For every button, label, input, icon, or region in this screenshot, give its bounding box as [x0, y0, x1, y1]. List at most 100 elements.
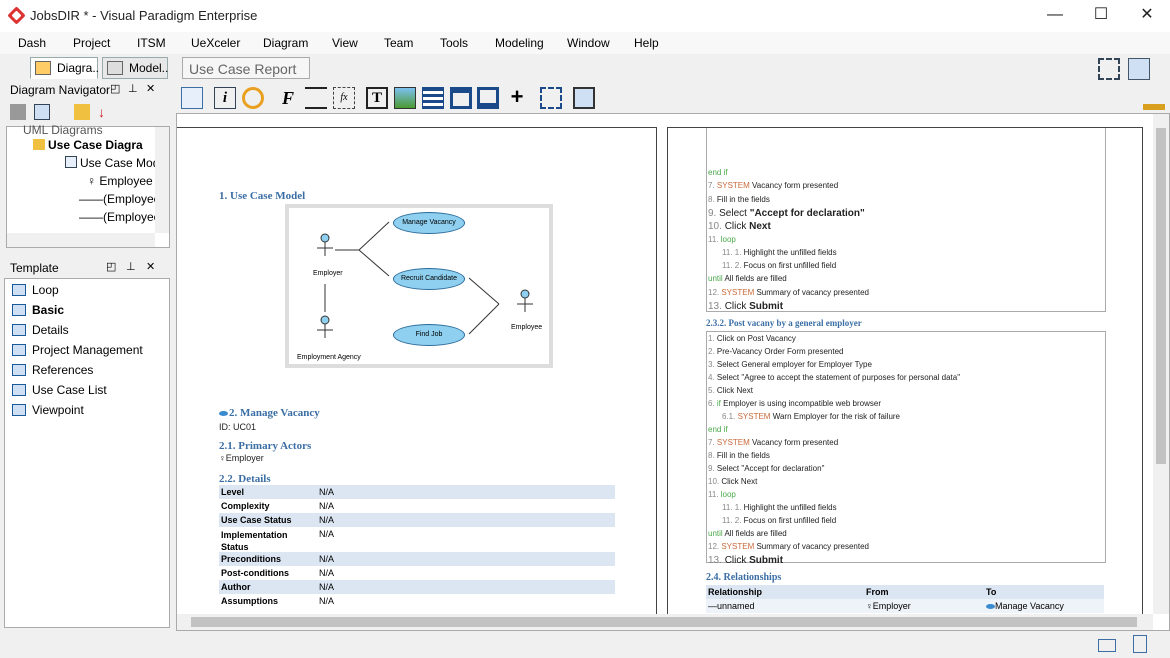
menu-modeling[interactable]: Modeling — [495, 36, 544, 50]
section-heading: 2.2. Details — [219, 473, 271, 485]
template-icon — [12, 304, 26, 316]
panel-title: Diagram Navigator — [10, 83, 111, 97]
flow-step: 12. SYSTEM Summary of vacancy presented — [708, 288, 869, 297]
tree-node-association-1[interactable]: ——(Employee — [79, 192, 160, 206]
menu-dash[interactable]: Dash — [18, 36, 46, 50]
new-diagram-icon[interactable] — [10, 104, 26, 120]
usecase-icon — [219, 411, 228, 416]
tab-label: Diagra.. — [57, 61, 100, 75]
table-icon[interactable] — [422, 87, 444, 109]
properties-icon[interactable] — [1128, 58, 1150, 80]
menu-tools[interactable]: Tools — [440, 36, 468, 50]
flow-of-events-box — [706, 128, 1106, 312]
page-setup-icon[interactable] — [540, 87, 562, 109]
paragraph-icon[interactable] — [305, 87, 327, 109]
pin-icon[interactable]: ⊥ — [128, 82, 138, 95]
menu-bar: Dash Project ITSM UeXceler Diagram View … — [0, 32, 1170, 54]
template-use-case-list[interactable]: Use Case List — [12, 383, 107, 397]
tab-use-case-report[interactable]: Use Case Report — [182, 57, 310, 79]
step-text: All fields are filled — [722, 274, 787, 284]
editor-vertical-scrollbar[interactable] — [1153, 114, 1169, 614]
menu-itsm[interactable]: ITSM — [137, 36, 166, 50]
table-of-contents-icon[interactable] — [181, 87, 203, 109]
keyword-control: end if — [708, 425, 728, 434]
tree-node-employee[interactable]: ♀ Employee — [87, 174, 153, 188]
open-folder-icon[interactable] — [74, 104, 90, 120]
template-icon — [12, 384, 26, 396]
menu-window[interactable]: Window — [567, 36, 610, 50]
notes-icon[interactable] — [1133, 635, 1147, 653]
font-icon[interactable]: F — [277, 87, 299, 109]
tab-diagram-navigator[interactable]: Diagra.. — [30, 57, 100, 79]
step-number: 2. — [708, 347, 717, 356]
tree-vertical-scrollbar[interactable] — [155, 127, 169, 233]
step-number: 10. — [708, 477, 722, 486]
footer-icon[interactable] — [477, 87, 499, 109]
refresh-icon[interactable] — [242, 87, 264, 109]
report-page-left: 1. Use Case Model Manage Vacancy Recruit… — [177, 127, 657, 617]
header-icon[interactable] — [450, 87, 472, 109]
menu-view[interactable]: View — [332, 36, 358, 50]
sort-icon[interactable]: ↓ — [98, 104, 114, 120]
template-project-management[interactable]: Project Management — [12, 343, 143, 357]
detail-row: Assumptions N/A — [219, 594, 615, 608]
menu-uexceler[interactable]: UeXceler — [191, 36, 240, 50]
tree-horizontal-scrollbar[interactable] — [7, 233, 155, 247]
close-panel-icon[interactable]: ✕ — [146, 82, 155, 95]
flow-step: 11. 2. Focus on first unfilled field — [722, 261, 836, 270]
detail-key: Assumptions — [221, 596, 279, 606]
tree-node-uml-diagrams[interactable]: UML Diagrams — [23, 123, 103, 137]
menu-diagram[interactable]: Diagram — [263, 36, 308, 50]
tree-node-use-case-diagrams[interactable]: Use Case Diagra — [33, 138, 143, 152]
step-text: Employer is using incompatible web brows… — [720, 399, 881, 408]
editor-horizontal-scrollbar[interactable] — [177, 614, 1153, 630]
flow-step: 6.1. SYSTEM Warn Employer for the risk o… — [722, 412, 900, 421]
template-basic[interactable]: Basic — [12, 303, 64, 317]
detail-key: Level — [221, 487, 245, 497]
step-number: 9. — [708, 464, 717, 473]
tree-view-icon[interactable] — [34, 104, 50, 120]
step-text: Select General employer for Employer Typ… — [716, 360, 872, 369]
image-icon[interactable] — [394, 87, 416, 109]
tree-node-use-case-model[interactable]: Use Case Mode — [65, 156, 166, 170]
add-element-icon[interactable]: + — [506, 86, 528, 109]
template-icon — [12, 284, 26, 296]
pin-icon[interactable]: ⊥ — [126, 260, 136, 273]
close-panel-icon[interactable]: ✕ — [146, 260, 155, 273]
maximize-button[interactable]: ☐ — [1078, 0, 1124, 32]
template-references[interactable]: References — [12, 363, 93, 377]
restore-panel-icon[interactable]: ◰ — [110, 82, 120, 95]
step-text: Click Next — [716, 386, 753, 395]
template-viewpoint[interactable]: Viewpoint — [12, 403, 84, 417]
layout-icon[interactable] — [573, 87, 595, 109]
template-label: Viewpoint — [32, 403, 84, 417]
restore-panel-icon[interactable]: ◰ — [106, 260, 116, 273]
actor-icon: ♀ — [219, 453, 226, 463]
tree-node-association-2[interactable]: ——(Employee — [79, 210, 160, 224]
detail-row: Complexity N/A — [219, 499, 615, 513]
detail-key: Use Case Status — [221, 515, 292, 525]
template-panel-header: Template ◰ ⊥ ✕ — [0, 258, 170, 278]
mail-icon[interactable] — [1098, 639, 1116, 652]
scrollbar-thumb[interactable] — [1156, 128, 1166, 464]
step-number: 1. — [708, 334, 717, 343]
template-loop[interactable]: Loop — [12, 283, 59, 297]
flow-step: 11. loop — [708, 235, 736, 244]
close-button[interactable]: ✕ — [1124, 0, 1170, 32]
menu-help[interactable]: Help — [634, 36, 659, 50]
export-icon[interactable] — [1143, 88, 1165, 110]
formula-icon[interactable]: fx — [333, 87, 355, 109]
step-text: Click — [724, 555, 750, 566]
detail-value: N/A — [319, 501, 335, 511]
tab-model-explorer[interactable]: Model.. — [102, 57, 168, 79]
scrollbar-thumb[interactable] — [191, 617, 1137, 627]
diagram-tree: UML Diagrams Use Case Diagra Use Case Mo… — [6, 123, 170, 248]
menu-project[interactable]: Project — [73, 36, 110, 50]
menu-team[interactable]: Team — [384, 36, 413, 50]
text-icon[interactable]: T — [366, 87, 388, 109]
info-icon[interactable]: i — [214, 87, 236, 109]
template-details[interactable]: Details — [12, 323, 69, 337]
report-editor[interactable]: 1. Use Case Model Manage Vacancy Recruit… — [176, 113, 1170, 631]
fit-window-icon[interactable] — [1098, 58, 1120, 80]
minimize-button[interactable]: — — [1032, 0, 1078, 32]
